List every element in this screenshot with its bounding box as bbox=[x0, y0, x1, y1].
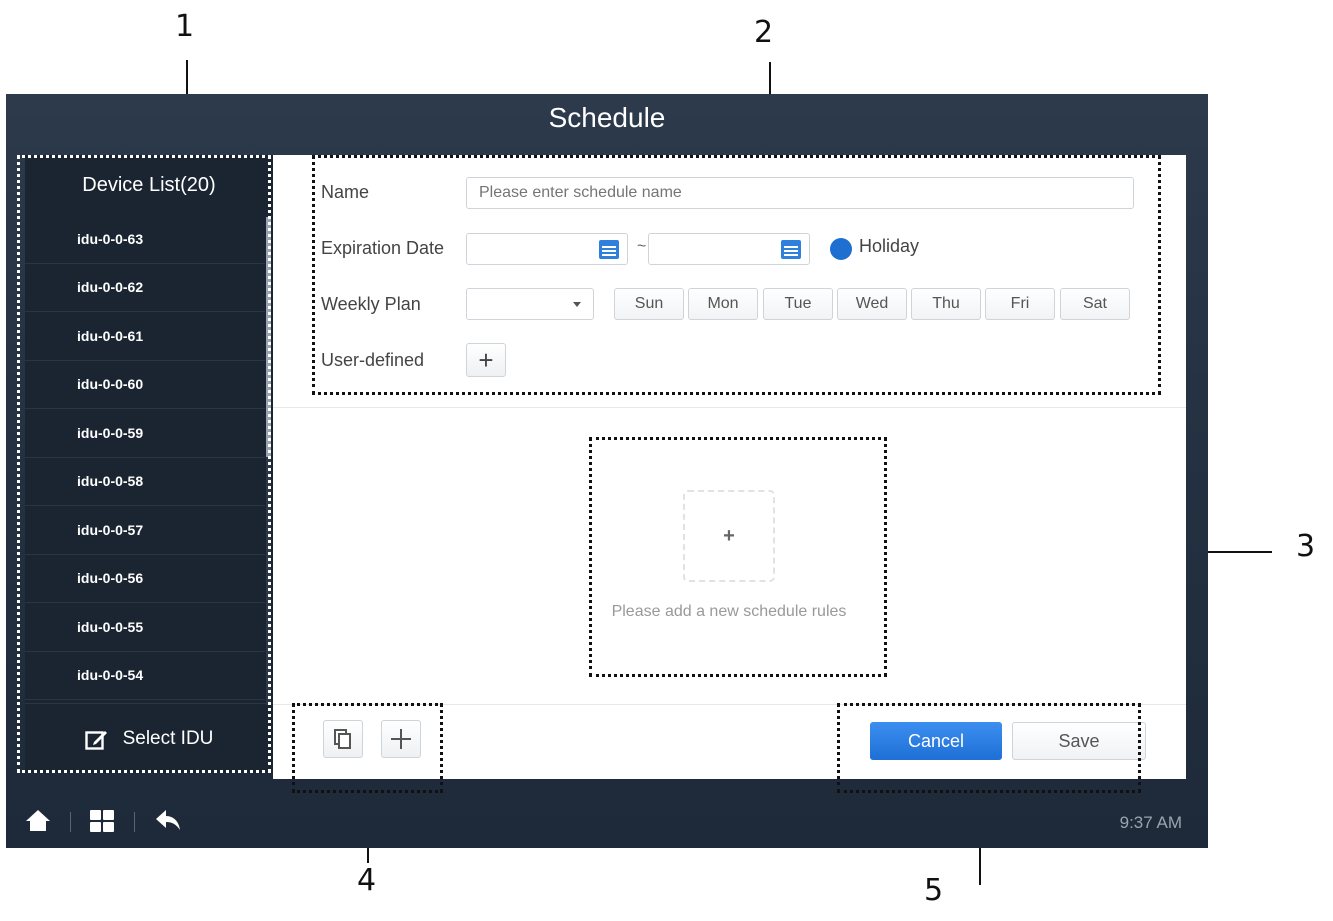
day-button-tue[interactable]: Tue bbox=[763, 288, 833, 320]
cancel-button[interactable]: Cancel bbox=[870, 722, 1002, 760]
apps-grid-icon[interactable] bbox=[90, 810, 114, 832]
user-defined-add-button[interactable]: + bbox=[466, 343, 506, 377]
select-idu-button[interactable]: Select IDU bbox=[25, 703, 273, 773]
device-item[interactable]: idu-0-0-58 bbox=[25, 458, 265, 506]
device-sidebar: Device List(20) idu-0-0-63 idu-0-0-62 id… bbox=[25, 155, 273, 773]
end-date-input[interactable] bbox=[648, 233, 810, 265]
weekly-plan-label: Weekly Plan bbox=[321, 294, 421, 314]
copy-button[interactable] bbox=[323, 720, 363, 758]
day-button-wed[interactable]: Wed bbox=[837, 288, 907, 320]
day-button-sun[interactable]: Sun bbox=[614, 288, 684, 320]
form-divider bbox=[273, 407, 1186, 408]
day-button-thu[interactable]: Thu bbox=[911, 288, 981, 320]
device-item[interactable]: idu-0-0-60 bbox=[25, 361, 265, 409]
calendar-icon[interactable] bbox=[781, 240, 801, 259]
status-clock: 9:37 AM bbox=[1119, 813, 1182, 832]
device-item[interactable]: idu-0-0-62 bbox=[25, 264, 265, 312]
holiday-radio[interactable] bbox=[830, 238, 852, 260]
copy-icon bbox=[334, 729, 352, 749]
weekly-plan-select[interactable] bbox=[466, 288, 594, 320]
day-button-sat[interactable]: Sat bbox=[1060, 288, 1130, 320]
chevron-down-icon bbox=[573, 302, 581, 307]
device-item[interactable]: idu-0-0-54 bbox=[25, 652, 265, 700]
add-rule-button[interactable]: + bbox=[683, 490, 775, 582]
expiration-date-label: Expiration Date bbox=[321, 238, 445, 258]
plus-icon bbox=[391, 729, 411, 749]
callout-3: 3 bbox=[1296, 529, 1316, 564]
save-button[interactable]: Save bbox=[1012, 722, 1146, 760]
add-button[interactable] bbox=[381, 720, 421, 758]
device-list[interactable]: idu-0-0-63 idu-0-0-62 idu-0-0-61 idu-0-0… bbox=[25, 215, 265, 703]
device-item[interactable]: idu-0-0-63 bbox=[25, 215, 265, 264]
callout-1: 1 bbox=[175, 9, 195, 44]
user-defined-label: User-defined bbox=[321, 350, 425, 370]
callout-2: 2 bbox=[754, 15, 774, 50]
name-label: Name bbox=[321, 182, 370, 202]
device-item[interactable]: idu-0-0-59 bbox=[25, 409, 265, 458]
holiday-label: Holiday bbox=[859, 236, 920, 256]
calendar-icon[interactable] bbox=[599, 240, 619, 259]
select-idu-label: Select IDU bbox=[122, 727, 214, 749]
start-date-input[interactable] bbox=[466, 233, 628, 265]
device-item[interactable]: idu-0-0-55 bbox=[25, 603, 265, 652]
app-screen: Schedule Device List(20) idu-0-0-63 idu-… bbox=[6, 94, 1208, 848]
day-button-mon[interactable]: Mon bbox=[688, 288, 758, 320]
home-icon[interactable] bbox=[26, 810, 50, 834]
scroll-thumb[interactable] bbox=[266, 217, 271, 457]
nav-separator bbox=[70, 812, 71, 832]
callout-5: 5 bbox=[924, 873, 944, 908]
footer-divider bbox=[273, 704, 1186, 705]
device-item[interactable]: idu-0-0-56 bbox=[25, 555, 265, 603]
edit-icon bbox=[84, 730, 107, 750]
device-list-scrollbar[interactable] bbox=[266, 217, 271, 705]
add-rule-hint: Please add a new schedule rules bbox=[611, 603, 847, 620]
device-item[interactable]: idu-0-0-57 bbox=[25, 506, 265, 555]
device-item[interactable]: idu-0-0-61 bbox=[25, 312, 265, 361]
nav-separator bbox=[134, 812, 135, 832]
callout-4: 4 bbox=[357, 863, 377, 898]
back-icon[interactable] bbox=[154, 808, 182, 832]
schedule-editor: Name Expiration Date ~ Holiday Weekly Pl… bbox=[273, 155, 1186, 779]
device-list-header: Device List(20) bbox=[82, 173, 216, 196]
date-separator: ~ bbox=[637, 238, 647, 255]
window-title: Schedule bbox=[548, 102, 666, 133]
schedule-name-input[interactable] bbox=[466, 177, 1134, 209]
day-button-fri[interactable]: Fri bbox=[985, 288, 1055, 320]
